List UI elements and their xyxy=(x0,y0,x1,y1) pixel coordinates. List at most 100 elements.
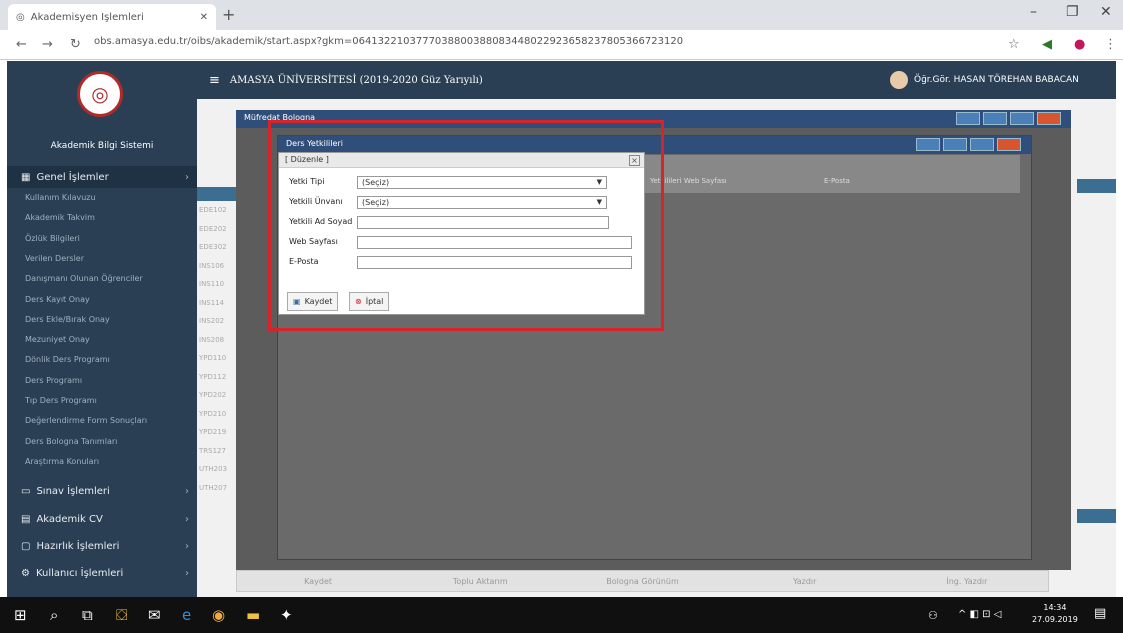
course-code: INS114 xyxy=(199,298,225,307)
extension-icon[interactable]: ◀ xyxy=(1042,37,1052,52)
course-code: UTH207 xyxy=(199,483,228,492)
course-code: INS110 xyxy=(199,280,225,288)
hamburger-icon[interactable]: ≡ xyxy=(209,73,220,88)
kebab-menu-icon[interactable]: ⋮ xyxy=(1104,37,1117,52)
edge-icon[interactable]: e xyxy=(182,606,191,624)
sidebar-menu-item[interactable]: Ders Bologna Tanımları xyxy=(25,437,117,446)
grid-icon: ▦ xyxy=(21,171,31,183)
course-code: EDE302 xyxy=(199,243,227,251)
sidebar-group-general[interactable]: ▦ Genel İşlemler › xyxy=(7,166,197,188)
tray-icons[interactable]: ^ ◧ ⊡ ◁ xyxy=(958,609,1001,620)
sidebar-menu-item[interactable]: Verilen Dersler xyxy=(25,254,84,263)
toolbar-bologna-view-button[interactable]: Bologna Görünüm xyxy=(561,577,723,586)
sidebar-menu-item[interactable]: Akademik Takvim xyxy=(25,213,95,222)
system-clock[interactable]: 14:34 27.09.2019 xyxy=(1032,602,1078,626)
profile-icon[interactable]: ● xyxy=(1074,37,1085,52)
chrome-icon[interactable]: ◉ xyxy=(212,606,225,624)
sidebar-menu-item[interactable]: Dönlik Ders Programı xyxy=(25,355,110,364)
sidebar-menu-item[interactable]: Ders Ekle/Bırak Onay xyxy=(25,315,110,324)
app-icon[interactable]: ✦ xyxy=(280,606,293,624)
sidebar-menu-item[interactable]: Mezuniyet Onay xyxy=(25,335,90,344)
list-icon: ▤ xyxy=(21,513,31,525)
maximize-button[interactable]: ❐ xyxy=(1066,4,1079,20)
new-tab-button[interactable]: + xyxy=(222,5,235,24)
user-name: Öğr.Gör. HASAN TÖREHAN BABACAN xyxy=(914,75,1079,85)
brand-title: Akademik Bilgi Sistemi xyxy=(50,141,154,151)
tab-title: Akademisyen İşlemleri xyxy=(30,11,144,23)
course-code: YPD202 xyxy=(199,391,227,399)
sidebar-menu-item[interactable]: Kullanım Kılavuzu xyxy=(25,193,96,202)
course-code: YPD219 xyxy=(199,428,227,436)
sidebar-menu-item[interactable]: Tıp Ders Programı xyxy=(25,396,97,405)
book-icon: ▢ xyxy=(21,540,31,552)
clock-time: 14:34 xyxy=(1043,603,1067,612)
minimize-button[interactable]: – xyxy=(1030,4,1037,20)
chevron-right-icon: › xyxy=(185,485,189,497)
close-window-button[interactable]: ✕ xyxy=(1100,4,1112,20)
globe-icon: ◎ xyxy=(16,11,25,23)
mail-icon[interactable]: ✉ xyxy=(148,606,161,624)
store-icon[interactable]: ⛋ xyxy=(116,606,127,624)
university-title: AMASYA ÜNİVERSİTESİ (2019-2020 Güz Yarıy… xyxy=(229,74,483,86)
course-code: YPD112 xyxy=(199,372,227,381)
tab-close-icon[interactable]: ✕ xyxy=(200,12,208,23)
sidebar-group-label: Sınav İşlemleri xyxy=(36,485,110,497)
sidebar-menu-item[interactable]: Ders Programı xyxy=(25,376,82,385)
sidebar-group-label: Akademik CV xyxy=(36,513,103,525)
sidebar-group-prep[interactable]: ▢ Hazırlık İşlemleri › xyxy=(7,535,197,557)
sidebar-menu-item[interactable]: Ders Kayıt Onay xyxy=(25,295,90,304)
sidebar-group-user[interactable]: ⚙ Kullanıcı İşlemleri › xyxy=(7,562,197,584)
sidebar-group-cv[interactable]: ▤ Akademik CV › xyxy=(7,508,197,530)
calendar-icon: ▭ xyxy=(21,485,31,497)
url-text[interactable]: obs.amasya.edu.tr/oibs/akademik/start.as… xyxy=(94,36,683,47)
table-header-strip xyxy=(1077,509,1116,523)
column-header: Web Sayfası xyxy=(684,177,727,185)
course-code: EDE102 xyxy=(199,206,227,214)
university-logo: ◎ xyxy=(77,71,123,117)
sidebar-menu-item[interactable]: Danışmanı Olunan Öğrenciler xyxy=(25,274,143,283)
taskbar: ⊞ ⌕ ⧉ ⛋ ✉ e ◉ ▬ ✦ ⚇ ^ ◧ ⊡ ◁ ▤ xyxy=(0,597,1123,633)
sidebar-menu-item[interactable]: Değerlendirme Form Sonuçları xyxy=(25,416,147,425)
sidebar-menu-item[interactable]: Araştırma Konuları xyxy=(25,457,99,466)
avatar xyxy=(890,71,908,89)
forward-icon[interactable]: → xyxy=(42,37,53,52)
toolbar-print-english-button[interactable]: İng. Yazdır xyxy=(886,577,1048,586)
toolbar-save-button[interactable]: Kaydet xyxy=(237,577,399,586)
back-icon[interactable]: ← xyxy=(16,37,27,52)
sidebar-group-label: Genel İşlemler xyxy=(36,171,109,183)
window-controls[interactable] xyxy=(956,112,1061,125)
sidebar-group-label: Hazırlık İşlemleri xyxy=(36,540,120,552)
notification-icon[interactable]: ▤ xyxy=(1094,606,1106,621)
sidebar-group-label: Kullanıcı İşlemleri xyxy=(35,567,124,579)
table-header-strip xyxy=(197,187,237,201)
sidebar-group-exam[interactable]: ▭ Sınav İşlemleri › xyxy=(7,480,197,502)
chevron-right-icon: › xyxy=(185,513,189,525)
people-icon[interactable]: ⚇ xyxy=(928,609,938,622)
course-code: INS106 xyxy=(199,261,225,270)
course-code: INS208 xyxy=(199,335,225,344)
chevron-right-icon: › xyxy=(185,171,189,183)
windows-start-icon[interactable]: ⊞ xyxy=(14,606,27,624)
highlight-box xyxy=(268,120,664,331)
gears-icon: ⚙ xyxy=(21,567,30,579)
star-icon[interactable]: ☆ xyxy=(1008,37,1020,52)
course-code: UTH203 xyxy=(199,465,228,473)
course-code: YPD110 xyxy=(199,354,227,362)
toolbar-print-button[interactable]: Yazdır xyxy=(724,577,886,586)
browser-tab[interactable]: ◎ Akademisyen İşlemleri ✕ xyxy=(8,4,216,30)
course-code: EDE202 xyxy=(199,224,227,233)
search-icon[interactable]: ⌕ xyxy=(50,606,58,624)
course-code: TRS127 xyxy=(199,446,226,455)
task-view-icon[interactable]: ⧉ xyxy=(82,606,93,624)
explorer-icon[interactable]: ▬ xyxy=(246,606,260,624)
course-code: YPD210 xyxy=(199,409,227,418)
sidebar-menu-item[interactable]: Özlük Bilgileri xyxy=(25,234,80,243)
toolbar-bulk-transfer-button[interactable]: Toplu Aktarım xyxy=(399,577,561,586)
clock-date: 27.09.2019 xyxy=(1032,615,1078,624)
staff-table: Yetkilileri Web Sayfası E-Posta xyxy=(642,155,1020,193)
window-controls[interactable] xyxy=(916,138,1021,151)
column-header: E-Posta xyxy=(824,177,850,185)
table-header-strip xyxy=(1077,179,1116,193)
reload-icon[interactable]: ↻ xyxy=(70,37,81,52)
user-menu[interactable]: Öğr.Gör. HASAN TÖREHAN BABACAN xyxy=(890,71,1079,89)
